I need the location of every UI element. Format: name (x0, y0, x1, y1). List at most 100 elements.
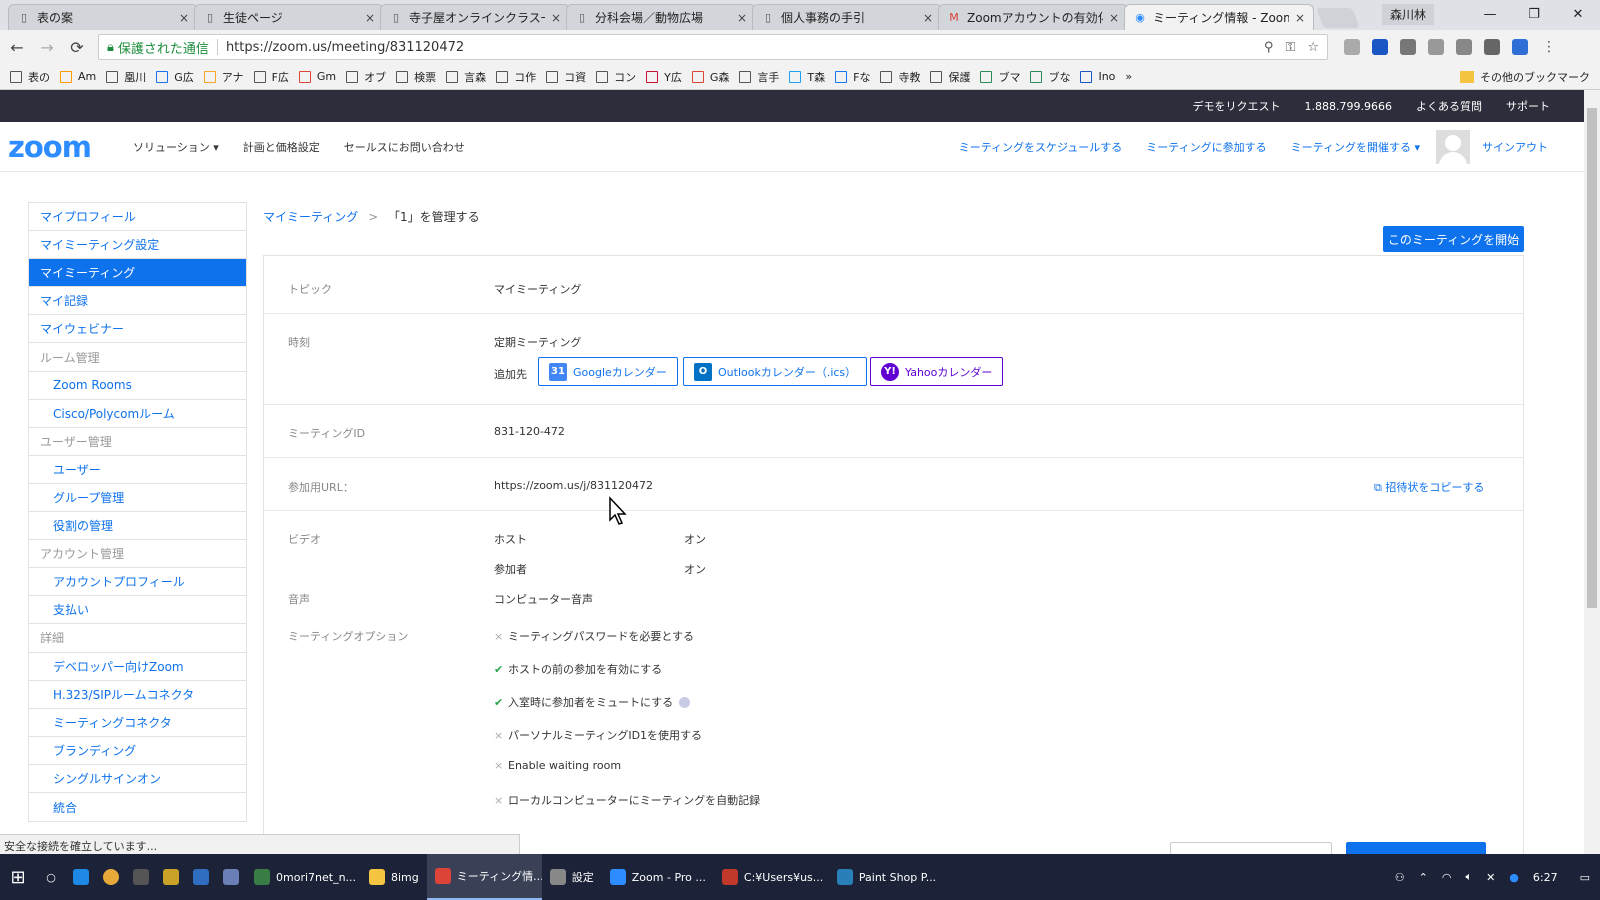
clock[interactable]: 6:27 (1533, 871, 1558, 884)
bookmark-item[interactable]: アナ (203, 69, 244, 85)
nav-pricing[interactable]: 計画と価格設定 (243, 139, 320, 155)
bookmark-item[interactable]: 言森 (446, 69, 486, 85)
sidebar-item[interactable]: Cisco/Polycomルーム (29, 400, 246, 428)
zoom-page-icon[interactable]: ⚲ (1264, 40, 1274, 55)
signout-link[interactable]: サインアウト (1482, 139, 1548, 155)
sidebar-item[interactable]: 支払い (29, 596, 246, 625)
nav-contact-sales[interactable]: セールスにお問い合わせ (344, 139, 465, 155)
browser-tab[interactable]: ▯ 表の案 × (8, 4, 198, 30)
sidebar-item[interactable]: マイミーティング (29, 259, 246, 288)
url-text[interactable]: https://zoom.us/meeting/831120472 (226, 40, 1252, 55)
sidebar-item[interactable]: 役割の管理 (29, 512, 246, 541)
bookmark-item[interactable]: 寺教 (880, 69, 920, 85)
request-demo-link[interactable]: デモをリクエスト (1193, 98, 1281, 114)
join-meeting-link[interactable]: ミーティングに参加する (1146, 139, 1266, 155)
browser-tab[interactable]: ▯ 寺子屋オンラインクラス一覧 × (380, 4, 570, 30)
url-omnibox[interactable]: 🔒︎ 保護された通信 https://zoom.us/meeting/83112… (98, 34, 1328, 60)
outlook-calendar-button[interactable]: O Outlookカレンダー（.ics） (683, 357, 868, 386)
extension-icon[interactable] (1456, 39, 1472, 55)
people-icon[interactable]: ⚇ (1395, 871, 1405, 884)
extension-icon[interactable] (1484, 39, 1500, 55)
sidebar-item[interactable]: マイ記録 (29, 287, 246, 316)
profile-name[interactable]: 森川林 (1381, 3, 1434, 25)
sidebar-item[interactable]: 統合 (29, 793, 246, 821)
sidebar-item[interactable]: シングルサインオン (29, 765, 246, 793)
extension-icon[interactable] (1344, 39, 1360, 55)
avatar[interactable] (1436, 129, 1470, 164)
bookmark-item[interactable]: 言手 (739, 69, 779, 85)
bookmark-item[interactable]: Y広 (646, 69, 682, 85)
close-tab-icon[interactable]: × (1109, 11, 1119, 25)
windows-start-icon[interactable]: ⊞ (0, 867, 36, 888)
bookmark-item[interactable]: 検票 (396, 69, 436, 85)
forward-button[interactable]: → (34, 38, 60, 57)
faq-link[interactable]: よくある質問 (1416, 98, 1482, 114)
wifi-icon[interactable]: ◠ (1442, 871, 1452, 884)
minimize-button[interactable]: — (1468, 7, 1512, 22)
host-meeting-link[interactable]: ミーティングを開催する ▾ (1291, 139, 1420, 155)
app-icon[interactable] (126, 869, 156, 885)
close-tab-icon[interactable]: × (1295, 11, 1305, 25)
bookmark-item[interactable]: 表の (10, 69, 50, 85)
join-url-value[interactable]: https://zoom.us/j/831120472 (494, 479, 653, 492)
bookmark-item[interactable]: Fな (835, 69, 870, 85)
taskbar-app[interactable]: Paint Shop P... (829, 854, 944, 900)
zoom-logo[interactable]: zoom (8, 130, 92, 164)
bookmark-item[interactable]: コン (596, 69, 636, 85)
bookmark-item[interactable]: コ作 (496, 69, 536, 85)
sidebar-item[interactable]: ブランディング (29, 737, 246, 765)
sidebar-item[interactable]: ユーザー (29, 456, 246, 484)
key-icon[interactable]: ⚿ (1285, 40, 1295, 55)
taskbar-app[interactable]: C:¥Users¥us... (714, 854, 829, 900)
onedrive-icon[interactable]: ● (1509, 871, 1519, 884)
bookmark-item[interactable]: F広 (253, 69, 289, 85)
app-icon[interactable] (216, 869, 246, 885)
extension-icon[interactable] (1512, 39, 1528, 55)
volume-icon[interactable]: 🔈︎ (1465, 870, 1472, 884)
sidebar-item[interactable]: H.323/SIPルームコネクタ (29, 681, 246, 709)
bookmark-item[interactable]: ブな (1030, 69, 1070, 85)
sidebar-item[interactable]: マイプロフィール (29, 203, 246, 232)
app-icon[interactable] (156, 869, 186, 885)
chevron-up-icon[interactable]: ⌃ (1419, 871, 1428, 884)
browser-tab[interactable]: ▯ 生徒ページ × (194, 4, 384, 30)
bookmark-item[interactable]: Gm (298, 70, 336, 83)
back-button[interactable]: ← (4, 38, 30, 57)
browser-tab[interactable]: ▯ 分科会場／動物広場 × (566, 4, 756, 30)
copy-invitation-link[interactable]: ⧉ 招待状をコピーする (1374, 479, 1484, 495)
browser-tab[interactable]: ▯ 個人事務の手引 × (752, 4, 942, 30)
new-tab-button[interactable] (1316, 8, 1360, 28)
sidebar-item[interactable]: デベロッパー向けZoom (29, 653, 246, 681)
close-tab-icon[interactable]: × (923, 11, 933, 25)
taskbar-app[interactable]: 設定 (542, 854, 602, 900)
taskbar-app[interactable]: Zoom - Pro ... (602, 854, 714, 900)
start-meeting-button[interactable]: このミーティングを開始 (1383, 226, 1524, 252)
breadcrumb-parent[interactable]: マイミーティング (263, 210, 358, 224)
close-icon[interactable]: ✕ (1486, 871, 1495, 884)
close-tab-icon[interactable]: × (179, 11, 189, 25)
bookmark-item[interactable]: G森 (691, 69, 729, 85)
phone-number[interactable]: 1.888.799.9666 (1305, 100, 1392, 113)
bookmark-item[interactable]: 凰川 (106, 69, 146, 85)
taskbar-app[interactable]: ミーティング情... (426, 854, 542, 900)
bookmark-item[interactable]: T森 (789, 69, 825, 85)
google-calendar-button[interactable]: 31 Googleカレンダー (538, 357, 678, 386)
sidebar-item[interactable]: Zoom Rooms (29, 372, 246, 400)
other-bookmarks[interactable]: その他のブックマーク (1460, 69, 1590, 85)
bookmark-star-icon[interactable]: ☆ (1307, 40, 1319, 55)
page-scrollbar[interactable] (1584, 90, 1600, 870)
taskbar-app[interactable]: 0mori7net_n... (246, 854, 361, 900)
scrollbar-thumb[interactable] (1587, 108, 1597, 608)
extension-icon[interactable] (1428, 39, 1444, 55)
bookmark-item[interactable]: Am (60, 70, 96, 83)
menu-kebab-icon[interactable]: ⋮ (1542, 39, 1556, 55)
bookmarks-overflow[interactable]: » (1125, 70, 1132, 83)
sidebar-item[interactable]: マイミーティング設定 (29, 231, 246, 260)
close-window-button[interactable]: ✕ (1556, 7, 1600, 22)
taskbar-app[interactable]: 8img (361, 854, 427, 900)
schedule-meeting-link[interactable]: ミーティングをスケジュールする (959, 139, 1123, 155)
extension-icon[interactable] (1372, 39, 1388, 55)
bookmark-item[interactable]: コ資 (546, 69, 586, 85)
close-tab-icon[interactable]: × (551, 11, 561, 25)
bookmark-item[interactable]: Ino (1080, 70, 1115, 83)
